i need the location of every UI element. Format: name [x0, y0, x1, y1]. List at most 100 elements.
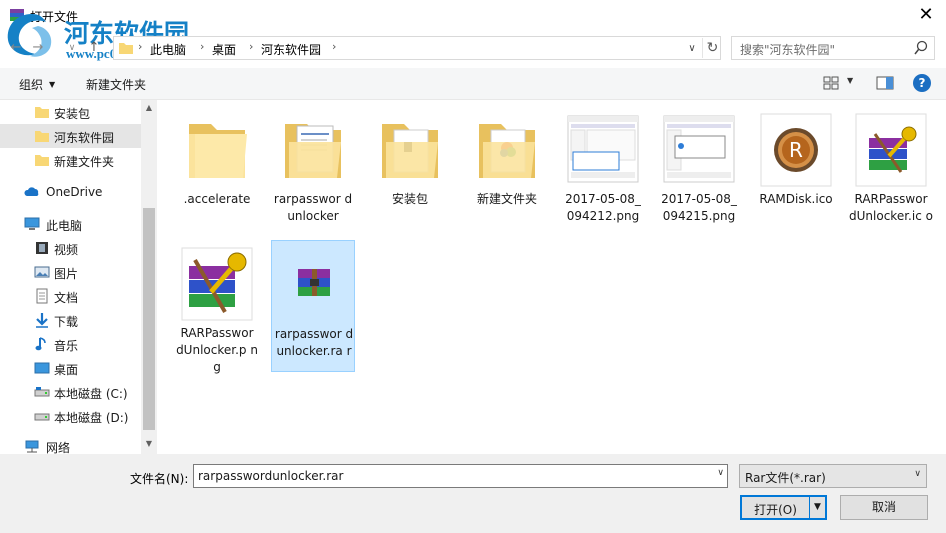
file-item[interactable]: .accelerate	[175, 106, 259, 238]
refresh-icon[interactable]: ↻	[702, 38, 722, 58]
nav-item-pictures[interactable]: 图片	[0, 260, 141, 284]
breadcrumb-separator: ›	[200, 40, 205, 53]
nav-label: 新建文件夹	[54, 155, 115, 169]
scrollbar-thumb[interactable]	[143, 208, 155, 430]
nav-item-this-pc[interactable]: 此电脑	[0, 212, 141, 236]
file-item[interactable]: RARPasswor dUnlocker.p ng	[175, 240, 259, 374]
up-arrow-icon[interactable]: ↑	[84, 38, 104, 58]
nav-label: 此电脑	[46, 219, 83, 233]
nav-label: 安装包	[54, 107, 91, 121]
nav-item-onedrive[interactable]: OneDrive	[0, 180, 141, 204]
picture-icon	[34, 266, 50, 278]
breadcrumb-this-pc[interactable]: 此电脑	[150, 41, 186, 58]
file-name: rarpasswor dunlocker	[273, 192, 353, 223]
nav-item-downloads[interactable]: 下载	[0, 308, 141, 332]
forward-arrow-icon[interactable]: →	[28, 38, 48, 58]
breadcrumb-desktop[interactable]: 桌面	[212, 41, 236, 58]
file-name: RARPasswor dUnlocker.ic o	[849, 192, 933, 223]
folder-icon	[119, 43, 133, 54]
nav-label: 音乐	[54, 339, 79, 353]
file-item[interactable]: rarpasswor dunlocker.ra r	[271, 240, 355, 372]
breadcrumb-separator: ›	[249, 40, 254, 53]
nav-item-install-pkg[interactable]: 安装包	[0, 100, 141, 124]
search-input[interactable]: 搜索"河东软件园"	[731, 36, 935, 60]
bottom-panel: 文件名(N): rarpasswordunlocker.rar ∨ Rar文件(…	[0, 454, 946, 533]
nav-label: 文档	[54, 291, 79, 305]
open-dropdown-icon[interactable]: ▼	[809, 497, 825, 518]
winrar-key-icon	[855, 113, 927, 187]
nav-item-documents[interactable]: 文档	[0, 284, 141, 308]
folder-icon	[479, 124, 535, 178]
file-item[interactable]: rarpasswor dunlocker	[271, 106, 355, 238]
nav-item-new-folder[interactable]: 新建文件夹	[0, 148, 141, 172]
cloud-icon	[24, 187, 39, 196]
folder-icon	[35, 155, 49, 166]
search-placeholder: 搜索"河东软件园"	[740, 43, 836, 57]
nav-item-hedong[interactable]: 河东软件园	[0, 124, 141, 148]
folder-icon	[189, 124, 247, 178]
nav-label: 图片	[54, 267, 79, 281]
view-dropdown-icon[interactable]: ▼	[847, 76, 853, 85]
nav-item-drive-c[interactable]: 本地磁盘 (C:)	[0, 380, 141, 404]
open-label: 打开(O)	[754, 503, 797, 517]
help-icon[interactable]: ?	[913, 74, 931, 92]
back-arrow-icon[interactable]: ←	[6, 38, 26, 58]
nav-item-videos[interactable]: 视频	[0, 236, 141, 260]
organize-menu[interactable]: 组织 ▼	[19, 76, 55, 93]
new-folder-button[interactable]: 新建文件夹	[86, 76, 146, 93]
nav-item-desktop[interactable]: 桌面	[0, 356, 141, 380]
preview-pane-icon[interactable]	[876, 76, 894, 90]
computer-icon	[24, 217, 40, 230]
file-item[interactable]: 新建文件夹	[465, 106, 549, 238]
file-name: .accelerate	[183, 192, 251, 206]
download-icon	[36, 313, 48, 328]
winrar-key-icon	[181, 247, 253, 321]
recent-dropdown-icon[interactable]: ∨	[62, 38, 82, 58]
nav-scrollbar[interactable]: ▲ ▼	[141, 100, 157, 454]
nav-label: 本地磁盘 (C:)	[54, 387, 128, 401]
nav-label: OneDrive	[46, 185, 103, 199]
nav-item-network[interactable]: 网络	[0, 434, 141, 454]
drive-icon	[34, 387, 50, 397]
cancel-button[interactable]: 取消	[840, 495, 928, 520]
breadcrumb-separator: ›	[332, 40, 337, 53]
scroll-up-icon[interactable]: ▲	[141, 100, 157, 116]
folder-docs-icon	[285, 124, 341, 178]
address-bar[interactable]: › 此电脑 › 桌面 › 河东软件园 › ∨ ↻	[113, 36, 721, 60]
chevron-down-icon[interactable]: ∨	[914, 469, 921, 479]
file-item[interactable]: 2017-05-08_ 094212.png	[561, 106, 645, 238]
file-item[interactable]: R RAMDisk.ico	[754, 106, 838, 238]
file-name: RARPasswor dUnlocker.p ng	[176, 326, 258, 374]
search-icon[interactable]	[914, 40, 928, 56]
navigation-pane: 安装包 河东软件园 新建文件夹 OneDrive 此电脑 视频 图片 文档 下载…	[0, 100, 157, 454]
open-button[interactable]: 打开(O) ▼	[740, 495, 827, 520]
file-name: 2017-05-08_ 094215.png	[661, 192, 737, 223]
file-name: rarpasswor dunlocker.ra r	[274, 327, 354, 358]
address-dropdown-icon[interactable]: ∨	[684, 40, 700, 58]
window-title: 打开文件	[30, 10, 79, 24]
video-icon	[36, 242, 48, 254]
breadcrumb-current[interactable]: 河东软件园	[261, 41, 321, 58]
view-options-icon[interactable]	[823, 76, 839, 90]
image-thumbnail-icon	[567, 115, 639, 183]
document-icon	[36, 288, 48, 304]
file-item[interactable]: 2017-05-08_ 094215.png	[657, 106, 741, 238]
filetype-select[interactable]: Rar文件(*.rar) ∨	[739, 464, 927, 488]
nav-label: 网络	[46, 441, 71, 454]
filename-input[interactable]: rarpasswordunlocker.rar ∨	[193, 464, 728, 488]
chevron-down-icon[interactable]: ∨	[717, 468, 724, 478]
file-name: 2017-05-08_ 094212.png	[565, 192, 641, 223]
file-item[interactable]: RARPasswor dUnlocker.ic o	[849, 106, 933, 238]
nav-item-drive-d[interactable]: 本地磁盘 (D:)	[0, 404, 141, 428]
filetype-value: Rar文件(*.rar)	[745, 471, 826, 485]
nav-item-music[interactable]: 音乐	[0, 332, 141, 356]
ramdisk-icon: R	[760, 113, 832, 187]
folder-icon	[35, 107, 49, 118]
close-button[interactable]: ✕	[906, 0, 946, 30]
file-item[interactable]: 安装包	[368, 106, 452, 238]
filename-value: rarpasswordunlocker.rar	[198, 469, 344, 483]
desktop-icon	[34, 362, 50, 374]
scroll-down-icon[interactable]: ▼	[141, 436, 157, 452]
file-name: 新建文件夹	[476, 192, 537, 206]
svg-text:R: R	[789, 138, 803, 162]
